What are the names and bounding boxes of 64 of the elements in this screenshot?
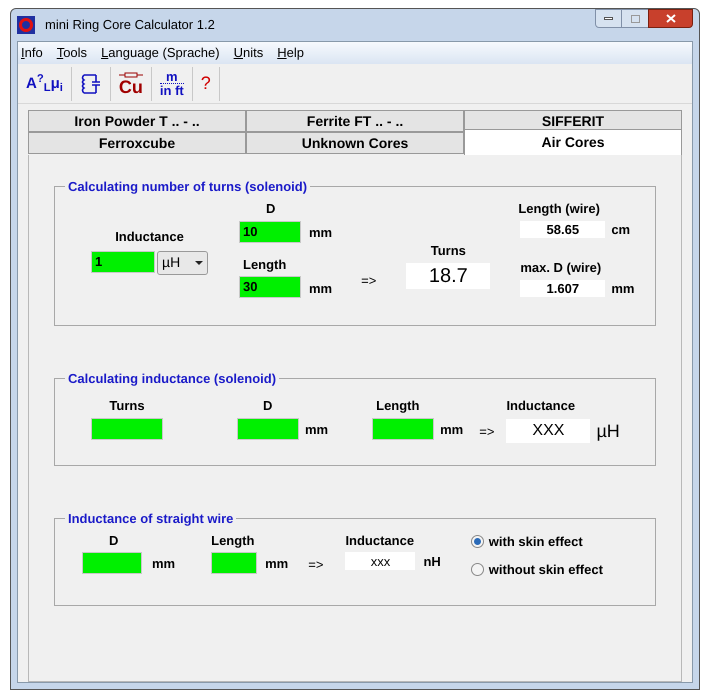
- tab[interactable]: Air Cores: [464, 129, 682, 155]
- field-label: D: [109, 532, 120, 550]
- turns-field[interactable]: [91, 418, 163, 440]
- field-label: nH: [423, 552, 441, 570]
- field-label: mm: [611, 280, 634, 298]
- minimize-button[interactable]: [595, 9, 622, 28]
- inductance-value: XXX: [506, 419, 590, 443]
- inductance-factor-icon[interactable]: A$^{?}$$_{L}$μ$_{i}$: [26, 76, 63, 91]
- menu-item[interactable]: Help: [276, 43, 305, 63]
- help-icon[interactable]: ?: [200, 70, 211, 97]
- field-label: cm: [611, 220, 630, 238]
- unit-dropdown[interactable]: µH: [157, 250, 208, 274]
- menu-item[interactable]: Language (Sprache): [100, 43, 221, 63]
- radio-option[interactable]: without skin effect: [470, 560, 603, 579]
- field-label: mm: [305, 421, 328, 439]
- radio-button[interactable]: [470, 562, 484, 576]
- wire-diameter-value: 1.607: [520, 280, 606, 297]
- diameter-field[interactable]: [237, 418, 299, 440]
- field-label: mm: [309, 224, 332, 242]
- tab[interactable]: Iron Powder T .. - ..: [28, 110, 246, 132]
- length-field[interactable]: [372, 418, 434, 440]
- arrow-text: =>: [308, 556, 324, 574]
- field-label: max. D (wire): [520, 259, 602, 277]
- field-label: Length: [243, 256, 286, 274]
- field-label: Turns: [430, 242, 466, 260]
- menu-item[interactable]: Info: [20, 43, 44, 63]
- tab[interactable]: Ferroxcube: [28, 132, 246, 154]
- wire-length-value: 58.65: [520, 220, 606, 238]
- field-label: Length (wire): [518, 200, 601, 218]
- inductance-field[interactable]: 1: [91, 250, 155, 272]
- field-label: D: [266, 200, 276, 218]
- diameter-field[interactable]: 10: [239, 220, 301, 242]
- field-label: mm: [309, 280, 332, 298]
- close-icon: [666, 14, 676, 23]
- close-button[interactable]: [648, 9, 693, 28]
- field-label: Length: [376, 397, 420, 415]
- arrow-text: =>: [361, 272, 376, 290]
- maximize-button[interactable]: [622, 9, 648, 28]
- length-field[interactable]: 30: [239, 276, 301, 298]
- turns-value: 18.7: [406, 262, 490, 288]
- caret-icon: [195, 260, 203, 264]
- field-label: Length: [211, 532, 256, 550]
- arrow-text: =>: [479, 423, 494, 441]
- field-label: D: [263, 397, 274, 415]
- field-label: mm: [440, 421, 464, 439]
- diameter-field[interactable]: [82, 552, 142, 574]
- inductance-value: xxx: [345, 552, 416, 570]
- circuit-icon[interactable]: [80, 72, 102, 96]
- field-label: mm: [152, 555, 176, 573]
- field-label: Inductance: [506, 397, 576, 415]
- field-label: Inductance: [115, 228, 184, 246]
- field-label: Inductance: [345, 532, 416, 550]
- radio-option[interactable]: with skin effect: [470, 532, 603, 552]
- tab[interactable]: Ferrite FT .. - ..: [246, 110, 464, 132]
- menu-item[interactable]: Tools: [56, 43, 88, 63]
- menu-item[interactable]: Units: [232, 43, 264, 63]
- tab[interactable]: Unknown Cores: [246, 132, 464, 154]
- unit-label: µH: [596, 420, 620, 443]
- app-icon: [17, 16, 35, 34]
- field-label: Turns: [109, 397, 145, 415]
- length-field[interactable]: [211, 552, 258, 574]
- window-title: mini Ring Core Calculator 1.2: [45, 16, 215, 34]
- field-label: mm: [265, 555, 288, 573]
- radio-button[interactable]: [470, 535, 484, 548]
